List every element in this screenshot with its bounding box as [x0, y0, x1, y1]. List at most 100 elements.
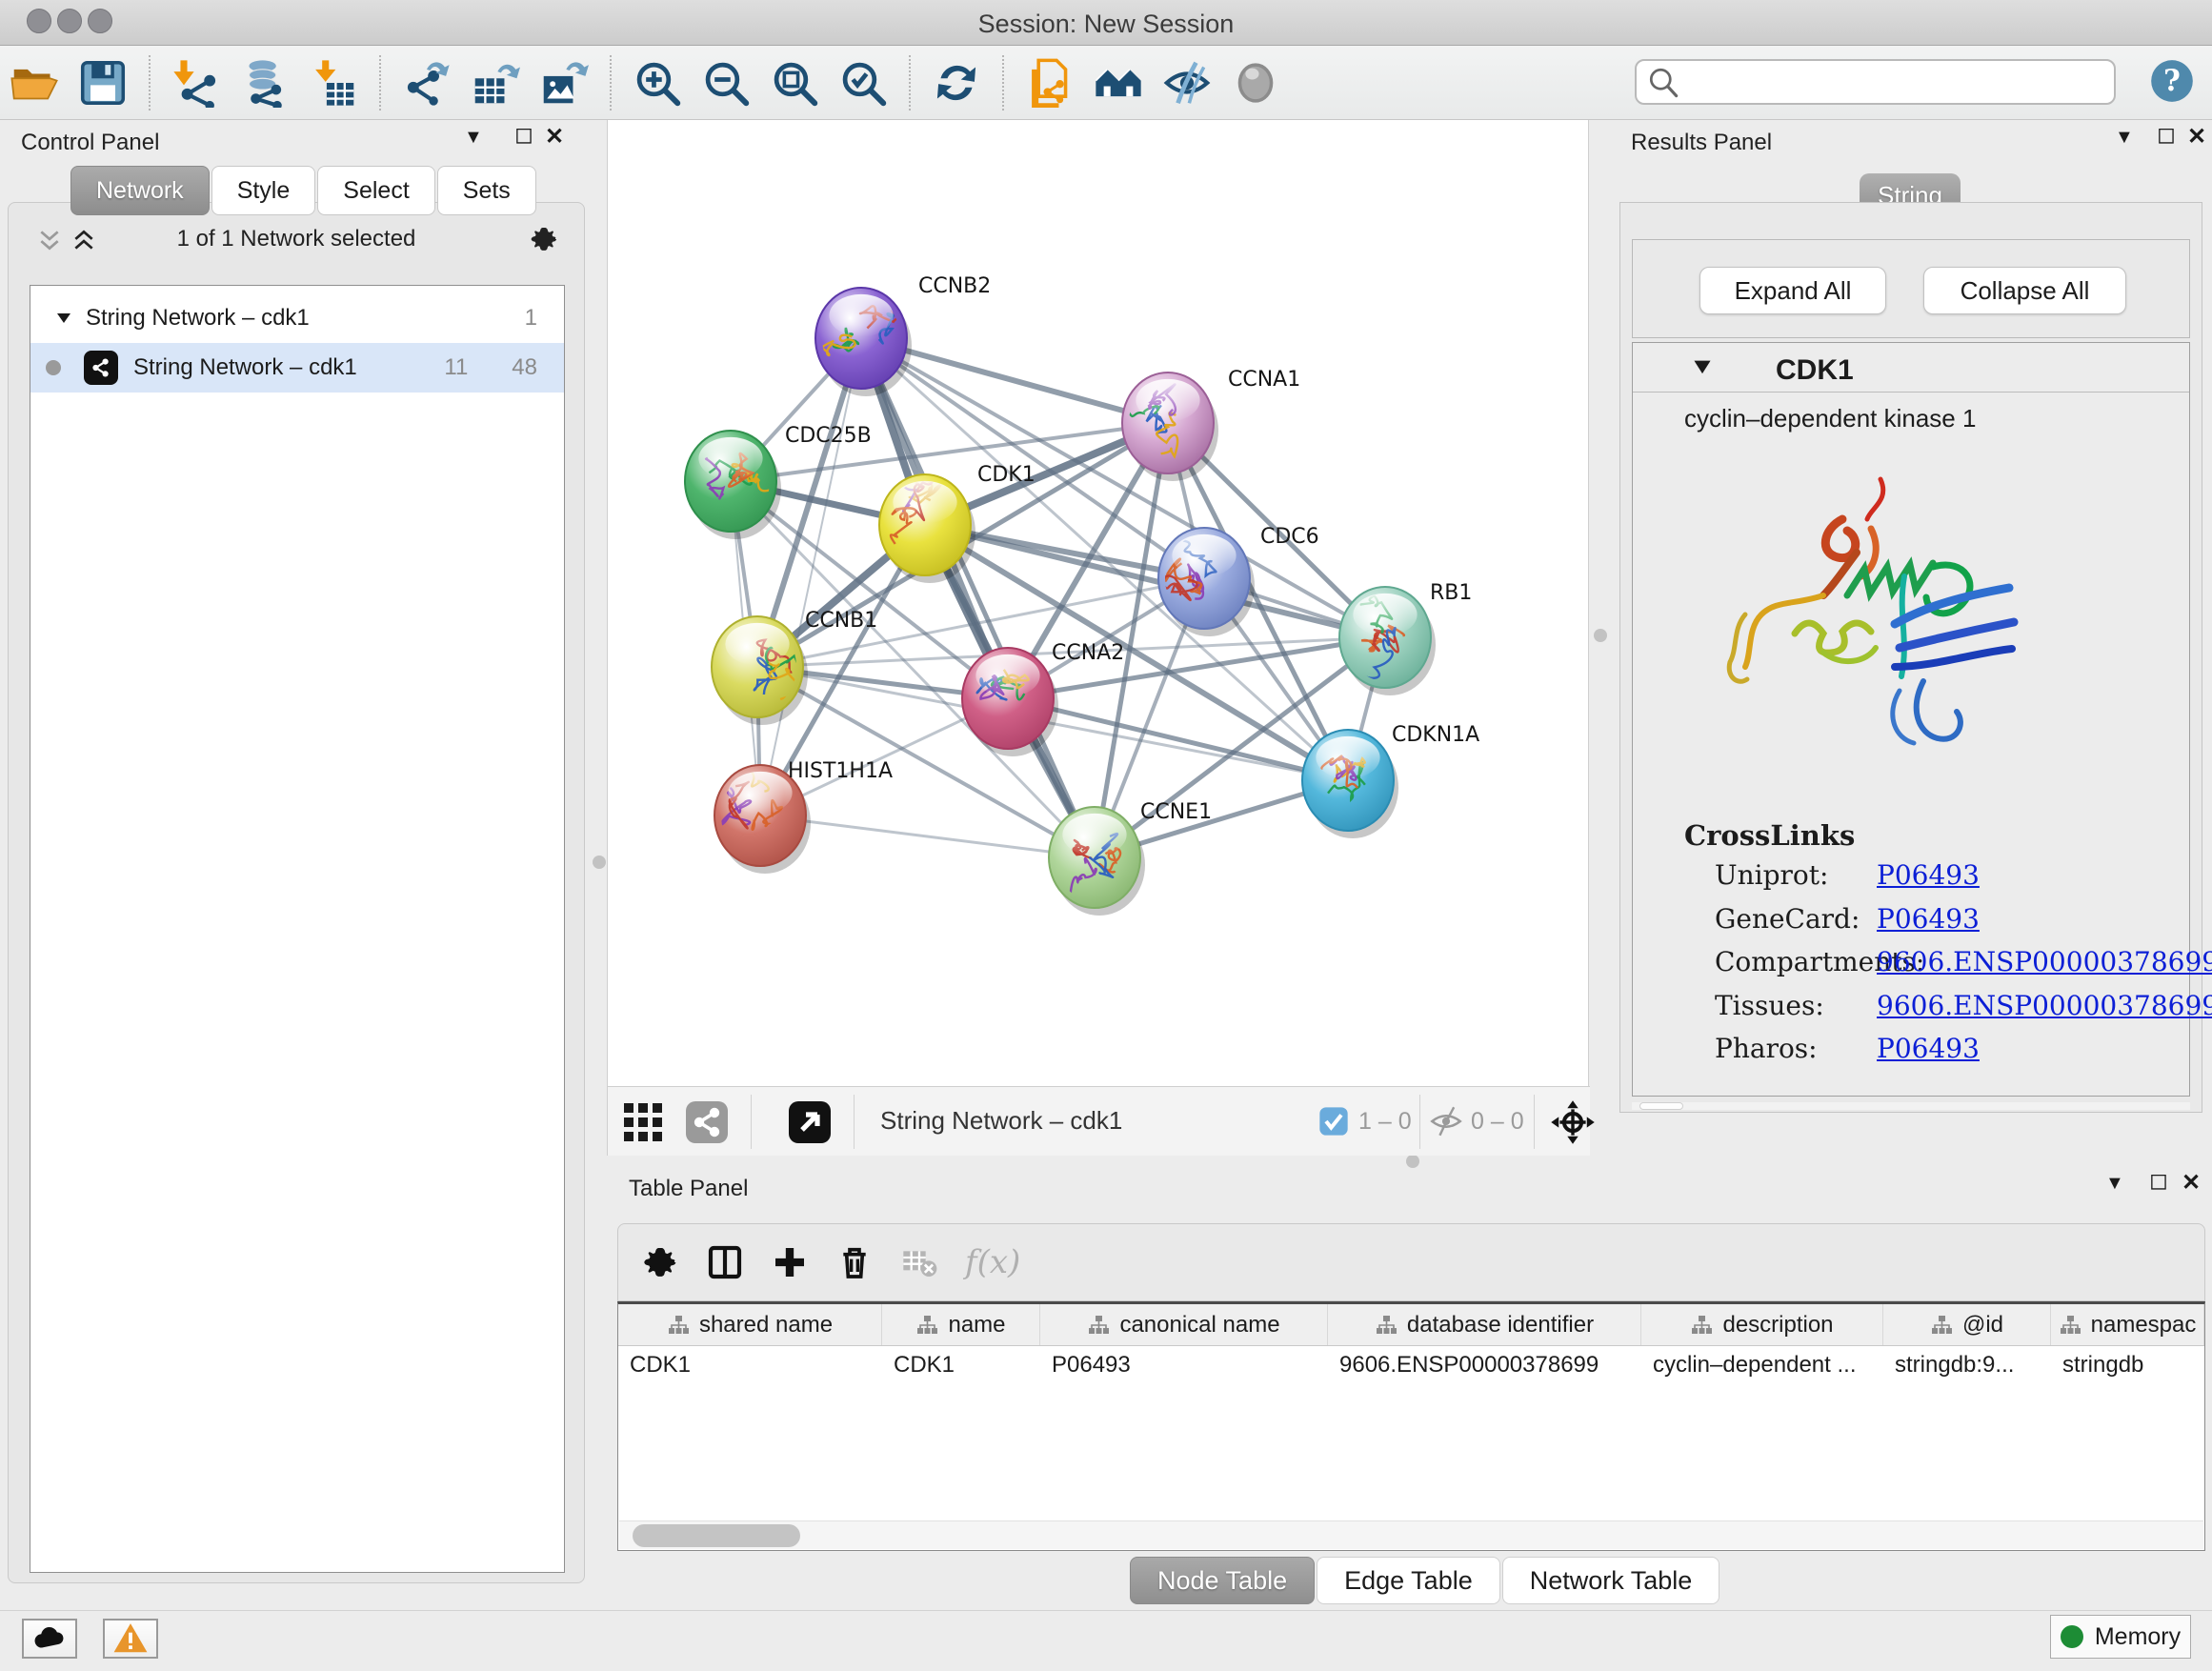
export-network-icon	[402, 58, 452, 108]
network-node[interactable]: RB1	[1339, 581, 1472, 695]
cloud-button[interactable]	[22, 1619, 77, 1659]
network-edge[interactable]	[861, 338, 1095, 857]
show-columns-icon[interactable]	[706, 1243, 744, 1281]
tab-node-table[interactable]: Node Table	[1130, 1557, 1315, 1604]
table-cell[interactable]: cyclin–dependent ...	[1641, 1346, 1883, 1386]
import-network-database-button[interactable]	[238, 56, 292, 110]
delete-column-icon[interactable]	[835, 1243, 874, 1281]
column-header-canonical-name[interactable]: canonical name	[1040, 1304, 1328, 1345]
table-cell[interactable]: CDK1	[882, 1346, 1040, 1386]
network-node[interactable]: CDK1	[879, 463, 1036, 583]
network-node[interactable]: HIST1H1A	[714, 732, 893, 874]
tab-select[interactable]: Select	[317, 166, 434, 215]
node-label: CDKN1A	[1392, 723, 1479, 747]
import-network-file-button[interactable]	[170, 56, 223, 110]
gear-icon[interactable]	[529, 224, 559, 254]
tab-network[interactable]: Network	[70, 166, 210, 215]
table-cell[interactable]: P06493	[1040, 1346, 1328, 1386]
network-node[interactable]: CDC25B	[685, 424, 872, 539]
network-node[interactable]: CDC6	[1158, 525, 1319, 636]
horizontal-splitter-handle[interactable]	[1406, 1155, 1419, 1168]
column-header-description[interactable]: description	[1641, 1304, 1883, 1345]
export-image-button[interactable]	[537, 56, 591, 110]
right-splitter-handle[interactable]	[1594, 629, 1607, 642]
tab-edge-table[interactable]: Edge Table	[1317, 1557, 1500, 1604]
open-session-button[interactable]	[8, 56, 61, 110]
show-hide-button[interactable]	[1160, 56, 1214, 110]
network-collection-row[interactable]: String Network – cdk1 1	[30, 295, 564, 341]
table-cell[interactable]: 9606.ENSP00000378699	[1328, 1346, 1641, 1386]
network-share-icon[interactable]	[684, 1099, 730, 1145]
network-row[interactable]: String Network – cdk1 11 48	[30, 343, 564, 393]
table-panel-close-icon[interactable]: ✕	[2182, 1172, 2201, 1195]
table-panel-title: Table Panel	[629, 1176, 748, 1201]
refresh-button[interactable]	[930, 56, 983, 110]
clone-network-button[interactable]	[1023, 56, 1076, 110]
column-header-@id[interactable]: @id	[1883, 1304, 2051, 1345]
network-node[interactable]: CCNB1	[712, 609, 877, 725]
control-panel-menu-icon[interactable]: ▼	[464, 128, 483, 147]
table-cell[interactable]: stringdb	[2051, 1346, 2204, 1386]
collapse-all-button[interactable]: Collapse All	[1923, 267, 2126, 314]
zoom-selected-icon	[838, 58, 888, 108]
table-row[interactable]: CDK1CDK1P064939606.ENSP00000378699cyclin…	[618, 1346, 2204, 1386]
crosslink-link[interactable]: P06493	[1877, 859, 1980, 891]
control-panel-close-icon[interactable]: ✕	[545, 126, 564, 149]
table-scrollbar-thumb[interactable]	[633, 1524, 800, 1547]
network-node[interactable]: CCNA2	[962, 641, 1124, 756]
crosslink-link[interactable]: P06493	[1877, 903, 1980, 935]
home-button[interactable]	[1092, 56, 1145, 110]
network-canvas[interactable]: CCNB2CCNA1CDC25BCDK1CDC6RB1CCNB1CCNA2CDK…	[608, 120, 1590, 1086]
zoom-selected-button[interactable]	[836, 56, 890, 110]
column-header-namespac[interactable]: namespac	[2051, 1304, 2204, 1345]
export-table-button[interactable]	[469, 56, 522, 110]
protein-description: cyclin–dependent kinase 1	[1684, 404, 1976, 433]
protein-section-header[interactable]: CDK1	[1633, 343, 2189, 393]
export-network-button[interactable]	[400, 56, 453, 110]
selected-checkbox-icon[interactable]	[1318, 1106, 1349, 1137]
help-button[interactable]: ?	[2149, 58, 2195, 109]
control-panel-float-icon[interactable]: ◻	[514, 124, 533, 147]
network-edge[interactable]	[760, 338, 861, 815]
table-panel-float-icon[interactable]: ◻	[2149, 1170, 2168, 1193]
toolbar-separator	[1419, 1095, 1420, 1149]
search-input[interactable]	[1690, 63, 2114, 101]
birdseye-view-icon[interactable]	[787, 1099, 833, 1145]
grid-mode-icon[interactable]	[620, 1099, 666, 1145]
tree-expand-icon[interactable]	[55, 310, 72, 327]
warning-button[interactable]	[103, 1619, 158, 1659]
crosslink-link[interactable]: P06493	[1877, 1033, 1980, 1064]
left-splitter-handle[interactable]	[593, 856, 606, 869]
table-gear-icon[interactable]	[641, 1243, 679, 1281]
hidden-eye-slash-icon[interactable]	[1429, 1104, 1463, 1138]
column-header-shared-name[interactable]: shared name	[618, 1304, 882, 1345]
import-table-file-button[interactable]	[307, 56, 360, 110]
network-node[interactable]: CDKN1A	[1302, 723, 1479, 838]
tab-sets[interactable]: Sets	[437, 166, 536, 215]
memory-button[interactable]: Memory	[2050, 1615, 2191, 1659]
crosslink-link[interactable]: 9606.ENSP00000378699	[1877, 990, 2212, 1021]
results-scrollbar-thumb[interactable]	[1639, 1102, 1683, 1110]
results-panel-menu-icon[interactable]: ▼	[2115, 128, 2134, 147]
section-collapse-icon[interactable]	[1692, 358, 1713, 377]
column-header-database-identifier[interactable]: database identifier	[1328, 1304, 1641, 1345]
tab-network-table[interactable]: Network Table	[1502, 1557, 1720, 1604]
zoom-out-button[interactable]	[699, 56, 753, 110]
column-header-name[interactable]: name	[882, 1304, 1040, 1345]
disabled-orb-button	[1229, 56, 1282, 110]
table-cell[interactable]: CDK1	[618, 1346, 882, 1386]
add-column-icon[interactable]	[771, 1243, 809, 1281]
zoom-fit-button[interactable]	[768, 56, 821, 110]
network-node[interactable]: CCNA1	[1105, 368, 1301, 481]
save-session-button[interactable]	[76, 56, 130, 110]
expand-all-button[interactable]: Expand All	[1699, 267, 1886, 314]
table-cell[interactable]: stringdb:9...	[1883, 1346, 2051, 1386]
tab-style[interactable]: Style	[211, 166, 316, 215]
results-panel-float-icon[interactable]: ◻	[2157, 124, 2176, 147]
results-panel-close-icon[interactable]: ✕	[2187, 126, 2206, 149]
table-panel-menu-icon[interactable]: ▼	[2105, 1174, 2124, 1193]
crosslink-link[interactable]: 9606.ENSP00000378699	[1877, 946, 2212, 977]
zoom-in-button[interactable]	[631, 56, 684, 110]
center-view-icon[interactable]	[1549, 1098, 1597, 1146]
network-node[interactable]: CCNE1	[1049, 800, 1212, 916]
